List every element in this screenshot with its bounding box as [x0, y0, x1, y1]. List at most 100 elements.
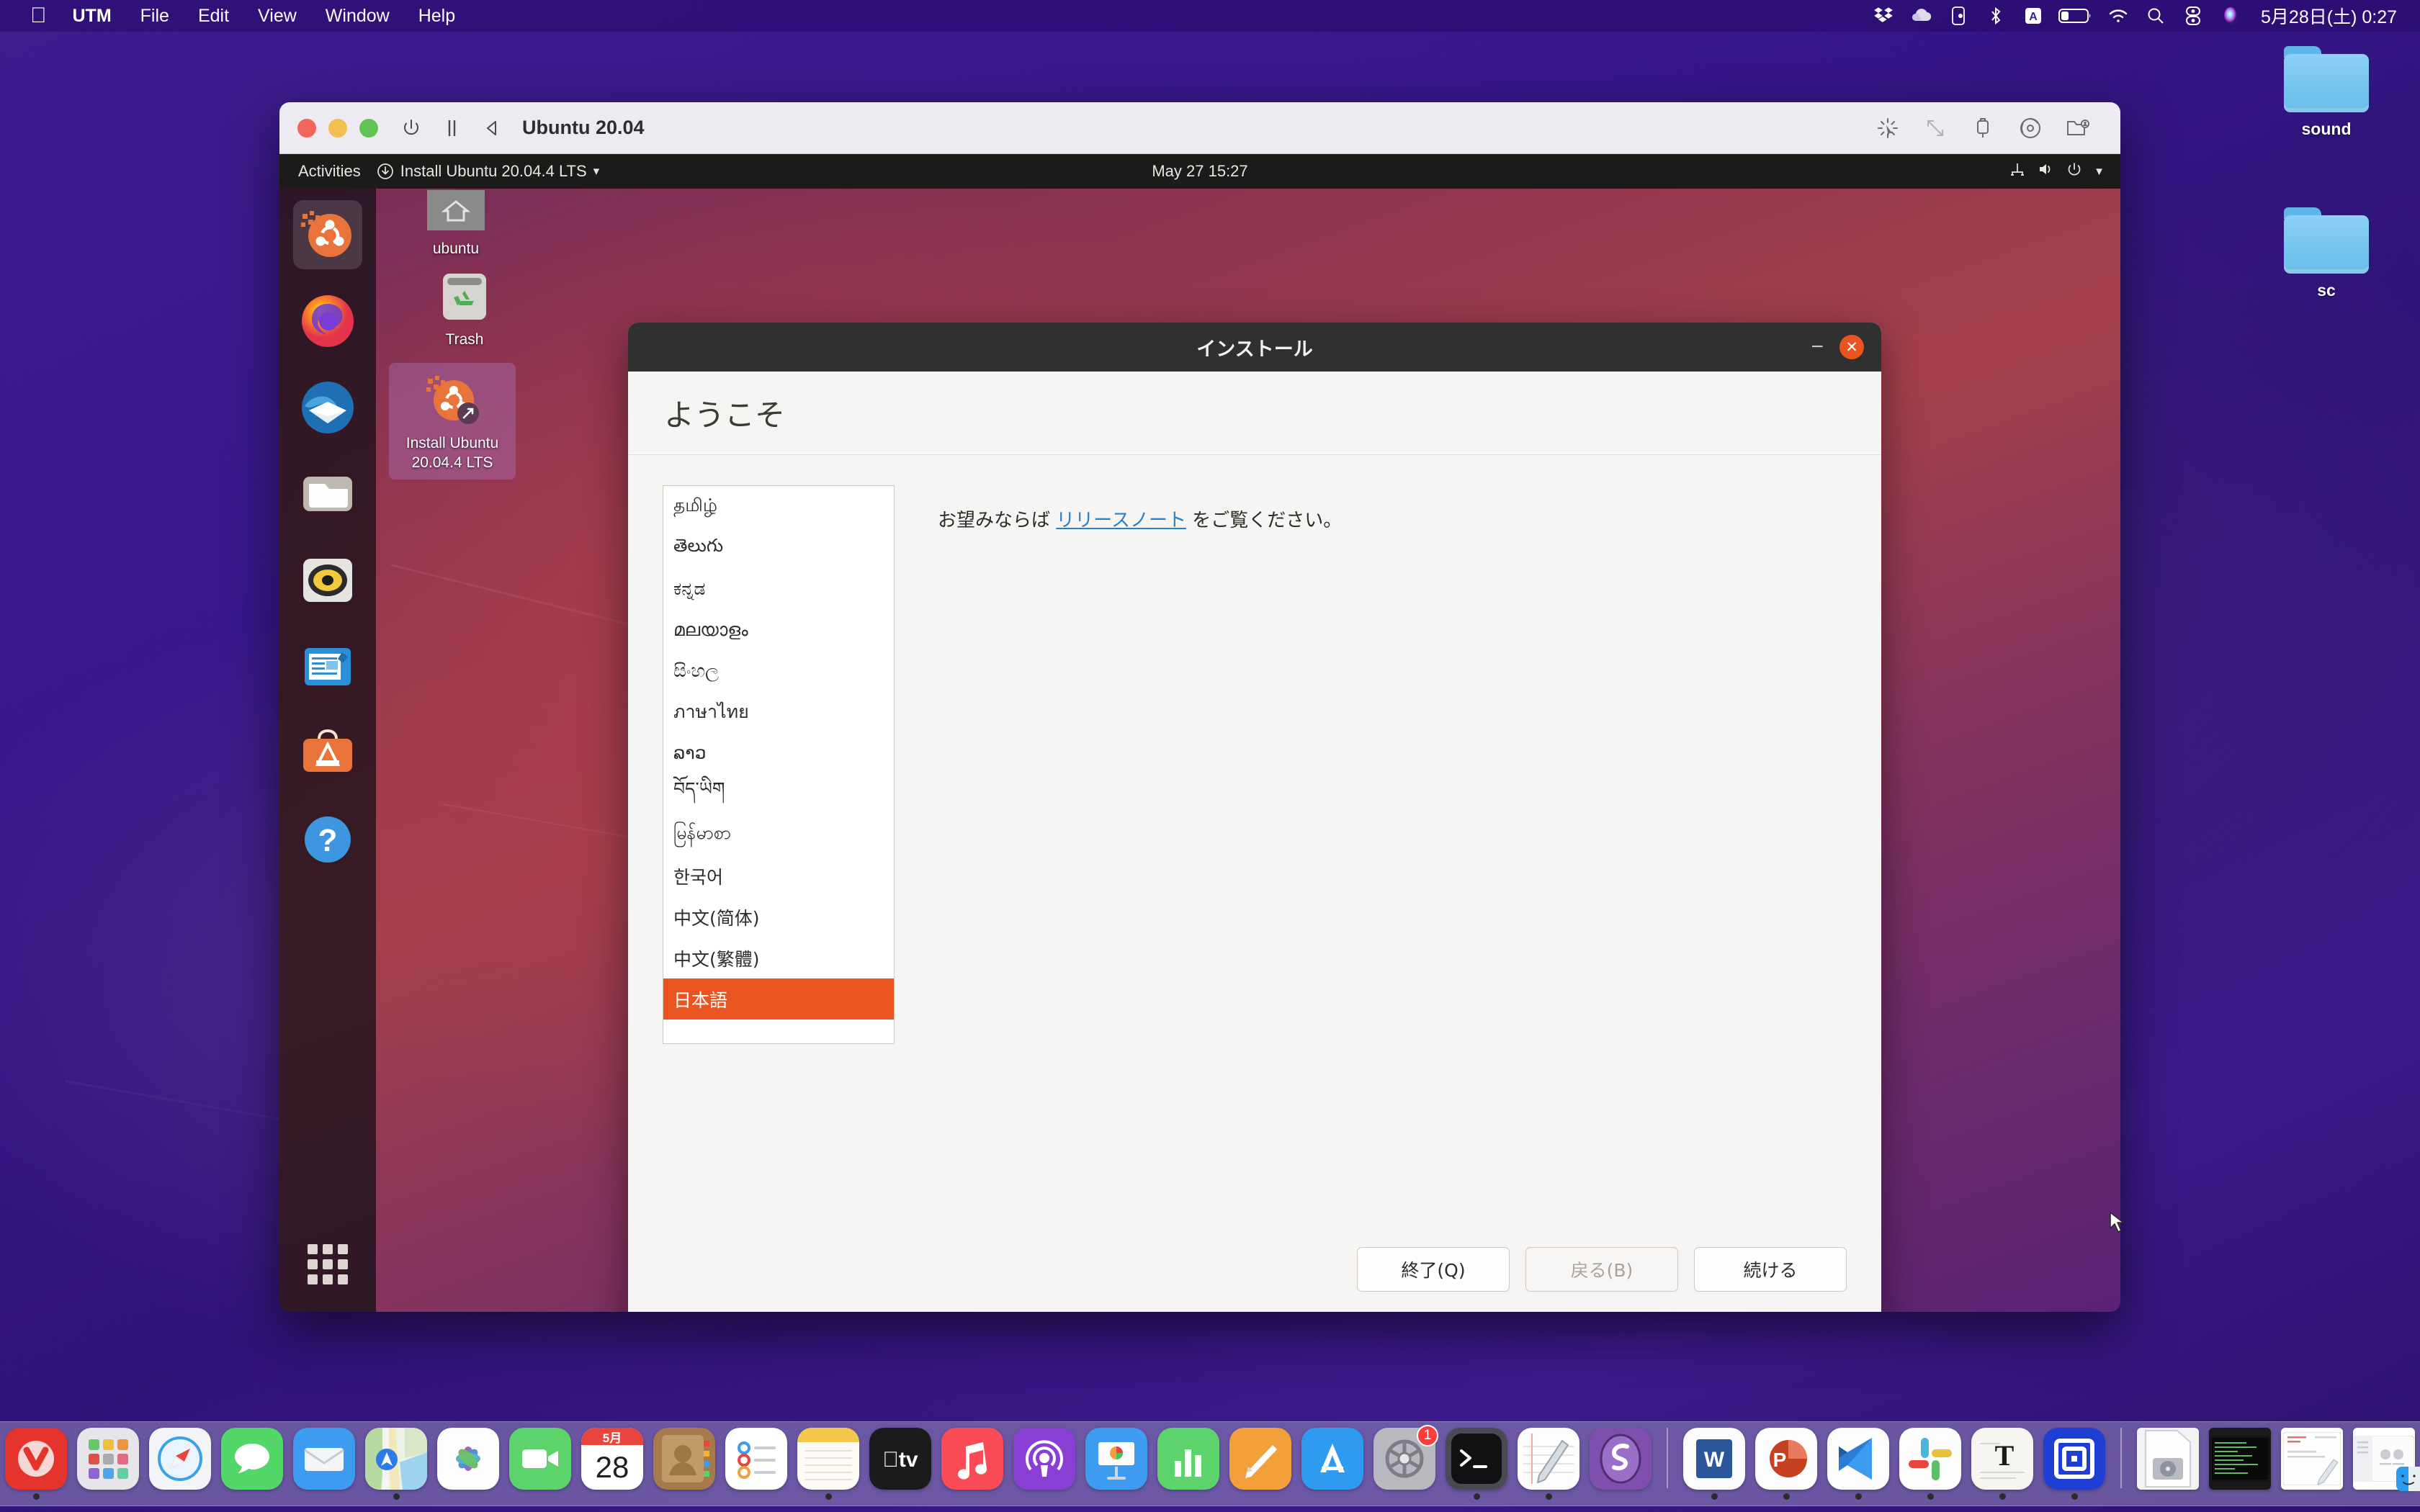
dock-app-safari[interactable]: [147, 1428, 213, 1500]
dock-item-rhythmbox[interactable]: [293, 546, 362, 615]
dock-app-calendar[interactable]: 5月 28: [579, 1428, 645, 1500]
input-source-icon[interactable]: A: [2015, 0, 2052, 32]
dock-app-messages[interactable]: [219, 1428, 285, 1500]
language-item[interactable]: မြန်မာစာ: [663, 814, 894, 855]
dock-app-reminders[interactable]: [723, 1428, 789, 1500]
dock-app-vscode[interactable]: [1825, 1428, 1891, 1500]
apple-logo-icon[interactable]: : [19, 1, 58, 30]
ubuntu-guest-screen[interactable]: Activities Install Ubuntu 20.04.4 LTS ▾ …: [279, 154, 2120, 1312]
language-item[interactable]: བོད་ཡིག: [663, 773, 894, 814]
continue-button[interactable]: 続ける: [1694, 1247, 1847, 1292]
desktop-folder-sound[interactable]: sound: [2262, 46, 2391, 139]
siri-icon[interactable]: [2212, 0, 2249, 32]
pause-icon[interactable]: [431, 102, 472, 154]
dock-app-maps[interactable]: [363, 1428, 429, 1500]
desktop-folder-sc[interactable]: sc: [2262, 207, 2391, 300]
language-item[interactable]: తెలుగు: [663, 527, 894, 568]
show-applications-button[interactable]: [308, 1244, 348, 1284]
usb-icon[interactable]: [1959, 102, 2007, 154]
dock-app-pages[interactable]: [1227, 1428, 1294, 1500]
dock-app-facetime[interactable]: [507, 1428, 573, 1500]
ubuntu-installer-dialog[interactable]: インストール − ✕ ようこそ தமிழ் తెలుగు ಕನ್ನಡ മലയാള…: [628, 323, 1881, 1312]
power-icon[interactable]: [391, 102, 431, 154]
language-list[interactable]: தமிழ் తెలుగు ಕನ್ನಡ മലയാളം සිංහල ภาษาไทย …: [663, 485, 895, 1044]
dock-item-libreoffice-writer[interactable]: [293, 632, 362, 701]
desktop-icon-trash[interactable]: Trash: [411, 269, 519, 350]
dock-app-word[interactable]: W: [1681, 1428, 1747, 1500]
dock-app-mail[interactable]: [291, 1428, 357, 1500]
search-icon[interactable]: [2137, 0, 2174, 32]
menu-item-window[interactable]: Window: [311, 0, 404, 32]
release-notes-link[interactable]: リリースノート: [1056, 510, 1186, 531]
menu-item-edit[interactable]: Edit: [184, 0, 243, 32]
dock-app-vivaldi[interactable]: [3, 1428, 69, 1500]
app-menu-button[interactable]: Install Ubuntu 20.04.4 LTS ▾: [377, 162, 599, 181]
cloud-icon[interactable]: [1902, 0, 1940, 32]
wifi-icon[interactable]: [2099, 0, 2137, 32]
quit-button[interactable]: 終了(Q): [1357, 1247, 1510, 1292]
language-item[interactable]: 한국어: [663, 855, 894, 896]
dock-app-app-store[interactable]: [1299, 1428, 1366, 1500]
close-button[interactable]: ✕: [1839, 335, 1864, 359]
dock-item-firefox[interactable]: [293, 287, 362, 356]
disc-icon[interactable]: [2007, 102, 2054, 154]
dock-app-keynote[interactable]: [1083, 1428, 1150, 1500]
language-item[interactable]: ภาษาไทย: [663, 691, 894, 732]
language-item[interactable]: മലയാളം: [663, 609, 894, 650]
dock-app-terminal[interactable]: [1443, 1428, 1510, 1500]
back-arrow-icon[interactable]: [472, 102, 512, 154]
back-button[interactable]: 戻る(B): [1525, 1247, 1678, 1292]
zoom-button[interactable]: [359, 118, 378, 138]
bluetooth-icon[interactable]: [1977, 0, 2015, 32]
language-item[interactable]: ລາວ: [663, 732, 894, 773]
menu-item-help[interactable]: Help: [404, 0, 470, 32]
language-item[interactable]: 中文(简体): [663, 896, 894, 937]
dock-app-emacs[interactable]: [1587, 1428, 1654, 1500]
dock-item-help[interactable]: ?: [293, 805, 362, 874]
dock-app-appletv[interactable]: tv: [867, 1428, 933, 1500]
dock-app-music[interactable]: [939, 1428, 1005, 1500]
ubuntu-clock[interactable]: May 27 15:27: [1152, 162, 1247, 181]
language-item[interactable]: தமிழ்: [663, 486, 894, 527]
utm-title-bar[interactable]: Ubuntu 20.04: [279, 102, 2120, 154]
menu-item-file[interactable]: File: [126, 0, 184, 32]
dock-item-ubuntu-software-store[interactable]: [293, 719, 362, 788]
dock-app-numbers[interactable]: [1155, 1428, 1222, 1500]
language-item[interactable]: සිංහල: [663, 650, 894, 691]
dock-app-photos[interactable]: [435, 1428, 501, 1500]
dock-minimized-terminal[interactable]: [2207, 1428, 2273, 1500]
dock-app-launchpad[interactable]: [75, 1428, 141, 1500]
language-item-selected[interactable]: 日本語: [663, 978, 894, 1020]
dock-app-textedit[interactable]: [1515, 1428, 1582, 1500]
menu-bar-clock[interactable]: 5月28日(土) 0:27: [2249, 3, 2404, 29]
dock-app-system-preferences[interactable]: 1: [1371, 1425, 1438, 1500]
desktop-icon-install-ubuntu[interactable]: Install Ubuntu 20.04.4 LTS: [389, 363, 516, 480]
dock-app-slack[interactable]: [1897, 1428, 1963, 1500]
minimize-button[interactable]: −: [1811, 336, 1824, 358]
dock-minimized-disk-image[interactable]: [2135, 1428, 2201, 1500]
language-item[interactable]: ಕನ್ನಡ: [663, 568, 894, 609]
control-center-icon[interactable]: [2174, 0, 2212, 32]
dock-app-notes[interactable]: [795, 1428, 861, 1500]
dock-app-texpad[interactable]: T: [1969, 1428, 2035, 1500]
phone-link-icon[interactable]: [1940, 0, 1977, 32]
dropbox-icon[interactable]: [1865, 0, 1902, 32]
desktop-icon-ubuntu-home[interactable]: ubuntu: [402, 180, 510, 259]
dock-item-files[interactable]: [293, 459, 362, 528]
language-item[interactable]: 中文(繁體): [663, 937, 894, 978]
menu-item-view[interactable]: View: [243, 0, 311, 32]
dock-app-contacts[interactable]: [651, 1428, 717, 1500]
dock-app-utm[interactable]: [2041, 1428, 2107, 1500]
dock-minimized-finder[interactable]: [2351, 1428, 2420, 1500]
dock-minimized-textedit[interactable]: [2279, 1428, 2345, 1500]
activities-button[interactable]: Activities: [279, 154, 377, 189]
close-button[interactable]: [297, 118, 316, 138]
dock-app-podcasts[interactable]: [1011, 1428, 1077, 1500]
battery-icon[interactable]: [2052, 0, 2099, 32]
shared-folder-icon[interactable]: [2054, 102, 2102, 154]
dock-item-ubuntu-software[interactable]: [293, 200, 362, 269]
installer-title-bar[interactable]: インストール − ✕: [628, 323, 1881, 372]
ubuntu-system-tray[interactable]: ▼: [2009, 161, 2120, 181]
resize-display-icon[interactable]: [1912, 102, 1959, 154]
dock-item-thunderbird[interactable]: [293, 373, 362, 442]
